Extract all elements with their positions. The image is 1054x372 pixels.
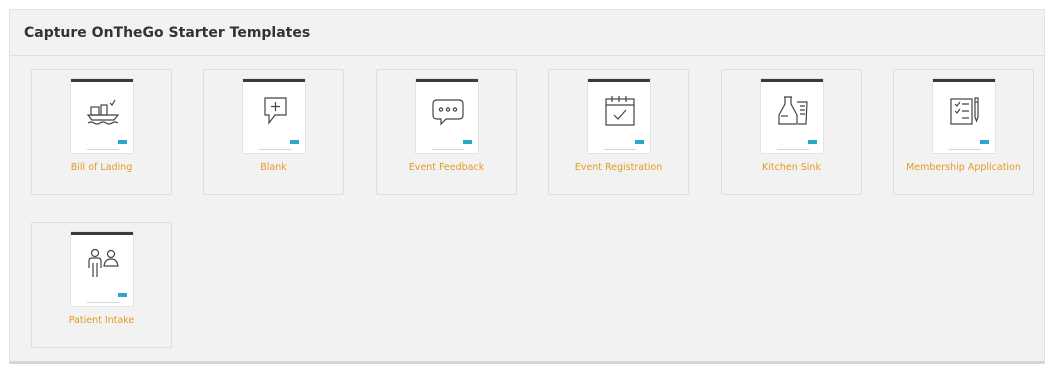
panel-header: Capture OnTheGo Starter Templates <box>10 10 1044 56</box>
comment-plus-icon <box>264 97 287 125</box>
vase-icon <box>778 96 808 125</box>
template-card-patient-intake[interactable]: Patient Intake <box>31 222 172 348</box>
template-thumbnail <box>932 78 996 154</box>
template-card-event-feedback[interactable]: Event Feedback <box>376 69 517 195</box>
clipboard-pen-icon <box>950 97 979 125</box>
starter-templates-panel: Capture OnTheGo Starter Templates Bill o… <box>9 9 1045 364</box>
template-thumbnail <box>415 78 479 154</box>
patient-icon <box>88 248 119 277</box>
template-thumbnail <box>587 78 651 154</box>
template-card-blank[interactable]: Blank <box>203 69 344 195</box>
template-label: Patient Intake <box>68 315 135 326</box>
template-label: Event Registration <box>574 162 663 173</box>
panel-title: Capture OnTheGo Starter Templates <box>24 24 311 41</box>
template-label: Event Feedback <box>408 162 485 173</box>
chat-bubble-icon <box>432 99 464 126</box>
template-label: Membership Application <box>906 162 1021 173</box>
template-card-bill-of-lading[interactable]: Bill of Lading <box>31 69 172 195</box>
template-thumbnail <box>760 78 824 154</box>
template-label: Blank <box>260 162 287 173</box>
template-card-membership-application[interactable]: Membership Application <box>893 69 1034 195</box>
template-label: Kitchen Sink <box>762 162 821 173</box>
calendar-check-icon <box>605 96 635 126</box>
template-thumbnail <box>70 78 134 154</box>
template-card-kitchen-sink[interactable]: Kitchen Sink <box>721 69 862 195</box>
template-label: Bill of Lading <box>70 162 133 173</box>
template-card-event-registration[interactable]: Event Registration <box>548 69 689 195</box>
template-thumbnail <box>70 231 134 307</box>
template-thumbnail <box>242 78 306 154</box>
ship-icon <box>86 99 120 125</box>
